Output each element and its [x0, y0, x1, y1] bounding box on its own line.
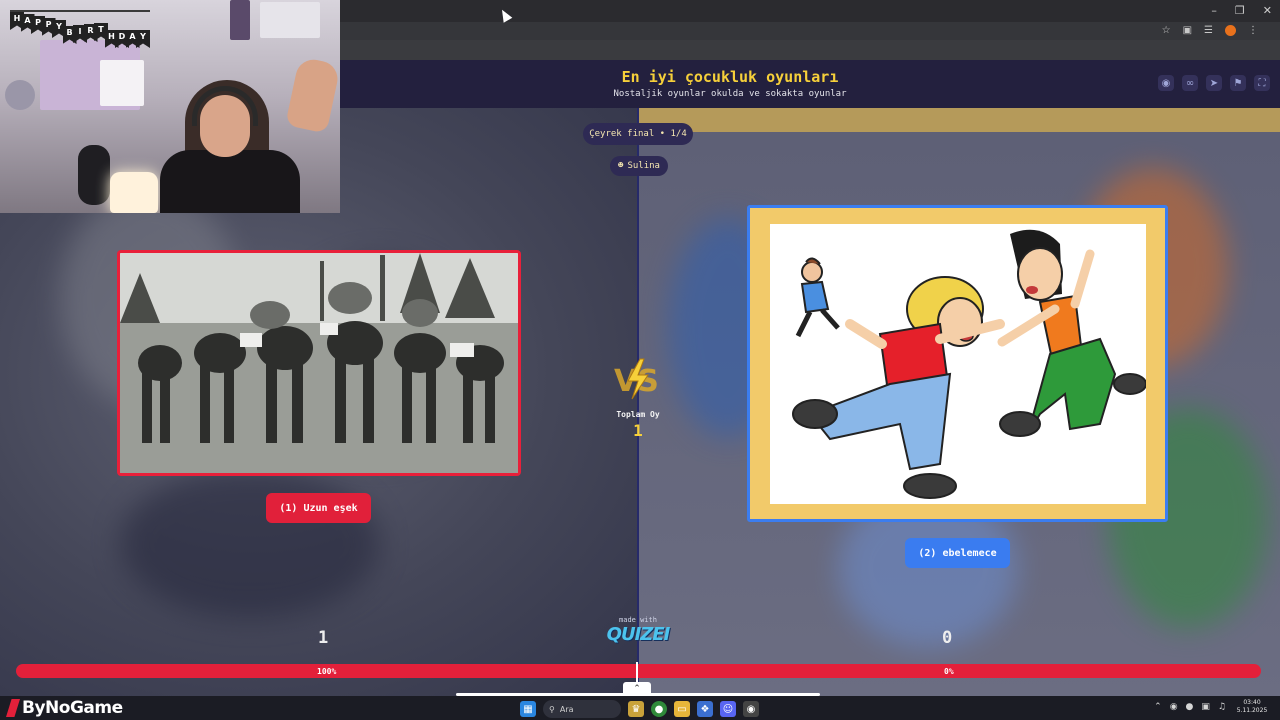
- obs-icon[interactable]: ◉: [743, 701, 759, 717]
- made-with-label: made with: [619, 616, 657, 624]
- system-tray: ⌃ ◉ ● ▣ ♫: [1154, 702, 1226, 712]
- uzun-esek-photo: [120, 253, 518, 473]
- flag-icon[interactable]: ⚑: [1230, 75, 1246, 91]
- search-icon: ⚲: [549, 704, 555, 714]
- center-divider: [637, 108, 639, 696]
- close-icon[interactable]: ✕: [1263, 4, 1272, 17]
- choice-card-left[interactable]: [117, 250, 521, 476]
- user-name: Sulina: [627, 161, 660, 171]
- quiz-title: En iyi çocukluk oyunları: [621, 68, 839, 86]
- quiz-header: En iyi çocukluk oyunları Nostaljik oyunl…: [340, 60, 1280, 108]
- game-app-icon[interactable]: ♛: [628, 701, 644, 717]
- folder-icon[interactable]: ▭: [674, 701, 690, 717]
- chevron-up-tray-icon[interactable]: ⌃: [1154, 702, 1162, 712]
- clock-time: 03:40: [1243, 699, 1261, 706]
- media-icon[interactable]: ☰: [1204, 25, 1213, 36]
- percent-left: 100%: [317, 667, 337, 676]
- send-icon[interactable]: ➤: [1206, 75, 1222, 91]
- profile-icon[interactable]: [1225, 25, 1236, 36]
- window-controls: – ❐ ✕: [1211, 4, 1272, 17]
- bynogame-watermark: ByNoGame: [6, 698, 123, 718]
- header-actions: ◉ ∞ ➤ ⚑ ⛶: [1158, 75, 1270, 91]
- total-votes-label: Toplam Oy: [616, 410, 660, 419]
- choice-button-right[interactable]: (2) ebelemece: [905, 538, 1010, 568]
- browser-toolbar-icons: ☆ ▣ ☰ ⋮: [1162, 25, 1258, 36]
- microphone: [78, 145, 110, 205]
- banner-flag: Y: [136, 30, 150, 48]
- choice-button-left[interactable]: (1) Uzun eşek: [266, 493, 371, 523]
- restore-icon[interactable]: ❐: [1235, 4, 1245, 17]
- total-votes-value: 1: [633, 421, 643, 440]
- user-badge: ☻ Sulina: [610, 156, 668, 176]
- app-icon[interactable]: ❖: [697, 701, 713, 717]
- microphone-icon[interactable]: ●: [1186, 702, 1194, 712]
- link-icon[interactable]: ∞: [1182, 75, 1198, 91]
- round-label: Çeyrek final • 1/4: [589, 129, 687, 139]
- quiz-subtitle: Nostaljik oyunlar okulda ve sokakta oyun…: [613, 89, 847, 99]
- versus-icon: VS: [614, 358, 659, 400]
- menu-icon[interactable]: ⋮: [1248, 25, 1258, 36]
- taskbar-apps: ▦ ⚲ Ara ♛ ● ▭ ❖ ☺ ◉: [520, 700, 759, 718]
- chrome-icon[interactable]: ●: [651, 701, 667, 717]
- birthday-banner: HAPPYBIRTHDAY: [10, 10, 150, 48]
- choice-card-right[interactable]: [747, 205, 1168, 522]
- quizei-logo[interactable]: QUIZEI: [588, 624, 688, 645]
- ebelemece-image-frame: [770, 224, 1147, 504]
- eye-icon[interactable]: ◉: [1158, 75, 1174, 91]
- bynogame-logo-icon: [6, 699, 20, 717]
- star-icon[interactable]: ☆: [1162, 25, 1171, 36]
- fullscreen-icon[interactable]: ⛶: [1254, 75, 1270, 91]
- user-icon: ☻: [618, 161, 624, 171]
- network-icon[interactable]: ◉: [1170, 702, 1178, 712]
- taskbar-search[interactable]: ⚲ Ara: [543, 700, 621, 718]
- extensions-icon[interactable]: ▣: [1183, 25, 1192, 36]
- taskbar-search-placeholder: Ara: [559, 704, 574, 714]
- ebelemece-cartoon: [792, 229, 1147, 499]
- minimize-icon[interactable]: –: [1211, 4, 1217, 17]
- screen: – ❐ ✕ ☆ ▣ ☰ ⋮ En iyi çocukluk oyunları N…: [0, 0, 1280, 720]
- score-right: 0: [942, 628, 953, 648]
- lamp: [110, 172, 158, 213]
- discord-icon[interactable]: ☺: [720, 701, 736, 717]
- vote-bar-center-marker: [636, 662, 638, 682]
- webcam-overlay: HAPPYBIRTHDAY: [0, 0, 340, 213]
- taskbar-clock[interactable]: 03:40 5.11.2025: [1232, 699, 1272, 715]
- volume-icon[interactable]: ♫: [1218, 702, 1226, 712]
- windows-icon[interactable]: ▦: [520, 701, 536, 717]
- round-badge: Çeyrek final • 1/4: [583, 123, 693, 145]
- clock-date: 5.11.2025: [1236, 707, 1268, 714]
- display-icon[interactable]: ▣: [1201, 702, 1210, 712]
- score-left: 1: [318, 628, 329, 648]
- bynogame-text: ByNoGame: [22, 698, 123, 718]
- percent-right: 0%: [944, 667, 954, 676]
